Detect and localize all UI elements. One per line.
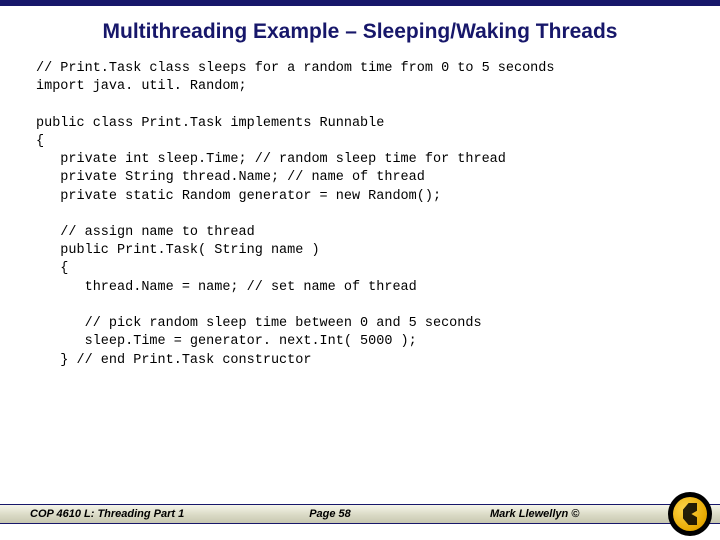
footer-course: COP 4610 L: Threading Part 1 <box>30 508 230 520</box>
slide: Multithreading Example – Sleeping/Waking… <box>0 0 720 540</box>
footer-author: Mark Llewellyn © <box>430 508 690 520</box>
slide-title: Multithreading Example – Sleeping/Waking… <box>0 6 720 60</box>
footer: COP 4610 L: Threading Part 1 Page 58 Mar… <box>0 496 720 540</box>
code-block: // Print.Task class sleeps for a random … <box>0 60 720 370</box>
footer-bar: COP 4610 L: Threading Part 1 Page 58 Mar… <box>0 504 720 524</box>
ucf-logo <box>668 492 712 536</box>
footer-page: Page 58 <box>230 508 430 520</box>
